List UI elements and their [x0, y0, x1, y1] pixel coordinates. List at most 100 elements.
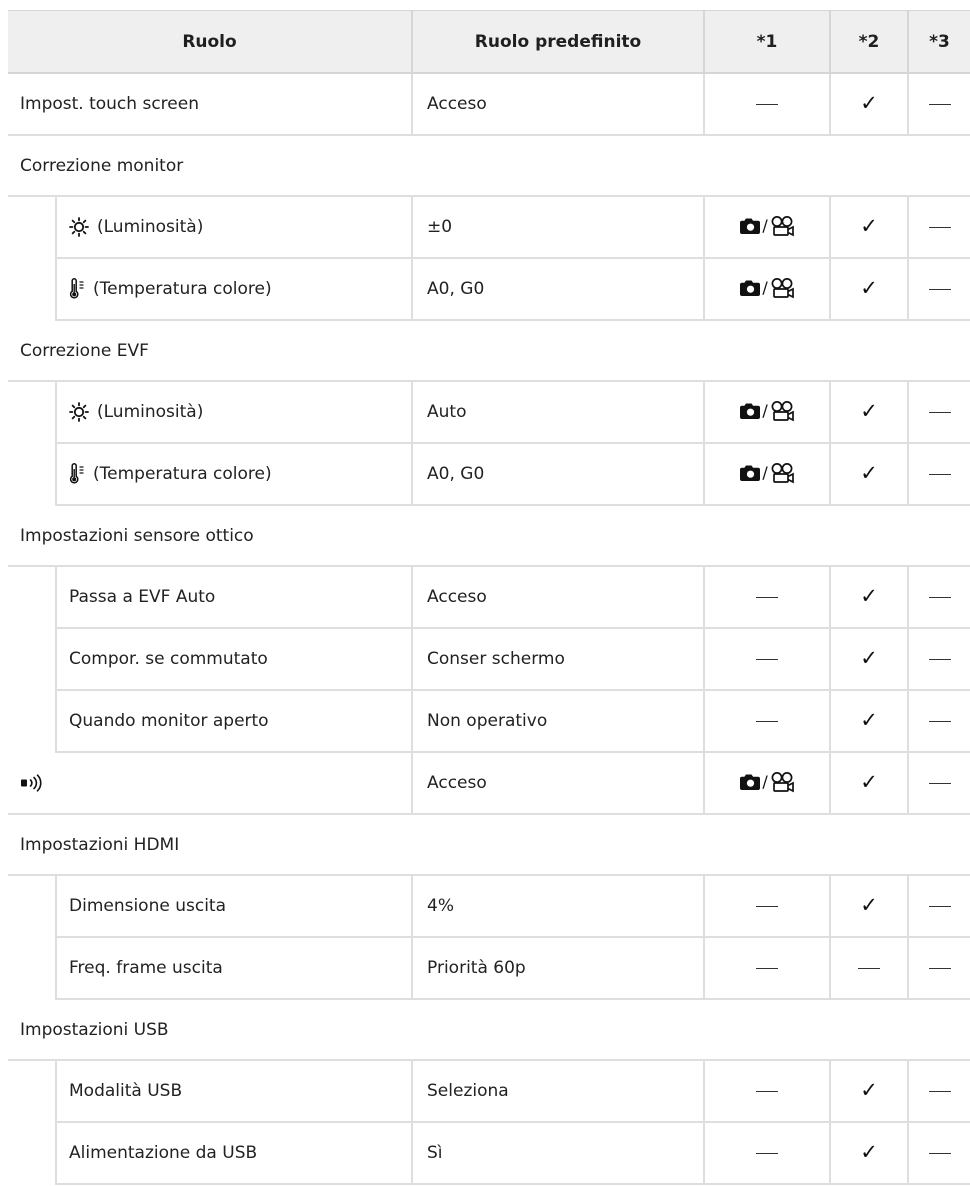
check-mark: ✓ [860, 893, 878, 917]
col1-cell [703, 628, 831, 691]
col3-cell [907, 937, 970, 1000]
movie-icon [769, 771, 795, 793]
indent-spacer [8, 566, 56, 628]
group-row: Correzione monitor [8, 135, 970, 197]
col1-cell [703, 937, 831, 1000]
mode-camera-movie: / [739, 277, 794, 299]
col1-cell [703, 566, 831, 629]
check-mark: ✓ [860, 1140, 878, 1164]
col1-cell [703, 1060, 831, 1123]
sub-setting-row: Alimentazione da USB Sì ✓ [8, 1122, 970, 1185]
setting-name: Passa a EVF Auto [54, 566, 413, 629]
col1-cell [703, 875, 831, 938]
group-row: Impostazioni sensore ottico [8, 505, 970, 567]
setting-name-text: Impost. touch screen [20, 94, 199, 114]
not-applicable-dash [756, 967, 779, 969]
movie-icon [769, 462, 795, 484]
setting-name-text: Dimensione uscita [69, 896, 227, 916]
not-applicable-dash [928, 967, 951, 969]
setting-name-text: (Luminosità) [97, 402, 204, 422]
col2-cell: ✓ [829, 258, 909, 321]
sub-setting-row: Compor. se commutato Conser schermo ✓ [8, 628, 970, 691]
col2-cell: ✓ [829, 196, 909, 259]
col1-cell [703, 73, 831, 136]
check-mark: ✓ [860, 399, 878, 423]
setting-name-text: (Temperatura colore) [93, 279, 272, 299]
setting-name-text: Alimentazione da USB [69, 1143, 258, 1163]
default-value: Conser schermo [411, 628, 705, 691]
col2-cell: ✓ [829, 690, 909, 753]
not-applicable-dash [928, 411, 951, 413]
default-value: Seleziona [411, 1060, 705, 1123]
not-applicable-dash [928, 288, 951, 290]
col3-cell [907, 1122, 970, 1185]
col1-cell: / [703, 381, 831, 444]
setting-name: (Temperatura colore) [54, 258, 413, 321]
col3-cell [907, 196, 970, 259]
indent-spacer [8, 381, 56, 443]
col2-cell: ✓ [829, 566, 909, 629]
check-mark: ✓ [860, 461, 878, 485]
group-label: Impostazioni sensore ottico [8, 505, 970, 567]
group-row: Impostazioni HDMI [8, 814, 970, 876]
sub-setting-row: Modalità USB Seleziona ✓ [8, 1060, 970, 1123]
check-mark: ✓ [860, 770, 878, 794]
col2-cell: ✓ [829, 1060, 909, 1123]
default-value: Auto [411, 381, 705, 444]
col1-cell: / [703, 196, 831, 259]
col3-cell [907, 258, 970, 321]
group-label: Correzione monitor [8, 135, 970, 197]
mode-camera-movie: / [739, 771, 794, 793]
col3-cell [907, 381, 970, 444]
sun-brightness-icon [69, 217, 89, 237]
col2-cell: ✓ [829, 628, 909, 691]
not-applicable-dash [756, 596, 779, 598]
col1-cell: / [703, 752, 831, 815]
default-value: A0, G0 [411, 443, 705, 506]
col2-cell [829, 937, 909, 1000]
setting-name-text: Freq. frame uscita [69, 958, 223, 978]
col3-cell [907, 1060, 970, 1123]
setting-name: Alimentazione da USB [54, 1122, 413, 1185]
not-applicable-dash [928, 658, 951, 660]
sub-setting-row: (Temperatura colore) A0, G0 / ✓ [8, 258, 970, 321]
indent-spacer [8, 628, 56, 690]
default-value: Priorità 60p [411, 937, 705, 1000]
header-default: Ruolo predefinito [411, 10, 705, 74]
not-applicable-dash [858, 967, 881, 969]
default-value: 4% [411, 875, 705, 938]
indent-spacer [8, 1122, 56, 1184]
table-body: Impost. touch screen Acceso ✓ Correzione mo… [8, 73, 970, 1185]
check-mark: ✓ [860, 646, 878, 670]
setting-name-text: (Temperatura colore) [93, 464, 272, 484]
mode-separator: / [762, 278, 768, 297]
setting-name: (Luminosità) [54, 381, 413, 444]
col3-cell [907, 752, 970, 815]
col2-cell: ✓ [829, 1122, 909, 1185]
col1-cell [703, 690, 831, 753]
col3-cell [907, 628, 970, 691]
mode-separator: / [762, 463, 768, 482]
indent-spacer [8, 937, 56, 999]
not-applicable-dash [928, 905, 951, 907]
camera-icon [739, 773, 761, 791]
mode-separator: / [762, 772, 768, 791]
sub-setting-row: (Luminosità) Auto / ✓ [8, 381, 970, 444]
not-applicable-dash [928, 720, 951, 722]
default-value: Non operativo [411, 690, 705, 753]
thermometer-icon [69, 463, 85, 485]
sub-setting-row: (Temperatura colore) A0, G0 / ✓ [8, 443, 970, 506]
col2-cell: ✓ [829, 381, 909, 444]
mode-camera-movie: / [739, 462, 794, 484]
default-value: A0, G0 [411, 258, 705, 321]
indent-spacer [8, 196, 56, 258]
movie-icon [769, 215, 795, 237]
setting-name-text: Passa a EVF Auto [69, 587, 216, 607]
default-value: Acceso [411, 752, 705, 815]
camera-icon [739, 279, 761, 297]
sub-setting-row: (Luminosità) ±0 / ✓ [8, 196, 970, 259]
not-applicable-dash [928, 1090, 951, 1092]
mode-camera-movie: / [739, 400, 794, 422]
movie-icon [769, 277, 795, 299]
setting-name: (Luminosità) [54, 196, 413, 259]
